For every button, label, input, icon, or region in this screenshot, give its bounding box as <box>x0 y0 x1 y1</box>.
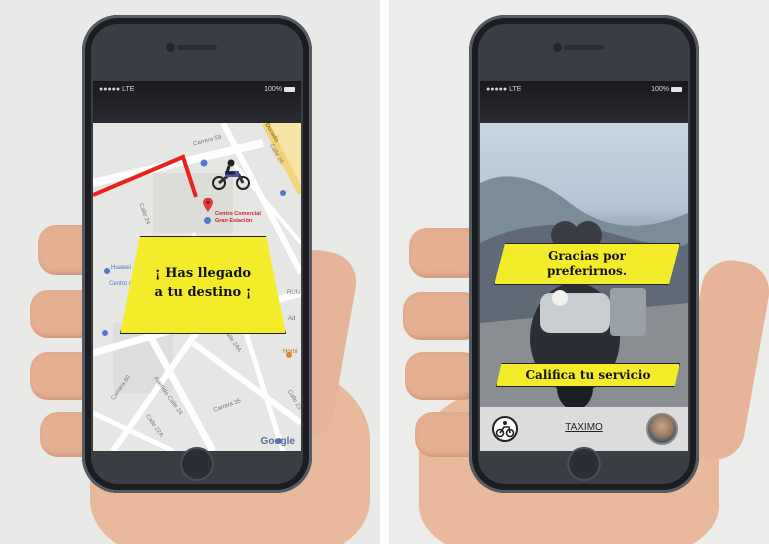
battery-icon <box>671 86 682 92</box>
thank-you-banner: Gracias por preferirnos. <box>494 243 680 285</box>
battery-icon <box>284 86 295 92</box>
home-button[interactable] <box>180 447 214 481</box>
google-logo: Google <box>260 436 295 447</box>
speaker <box>177 45 217 50</box>
arrival-text: ¡ Has llegado a tu destino ¡ <box>154 266 252 300</box>
avatar[interactable] <box>646 413 678 445</box>
street-label: Ad <box>288 316 296 322</box>
signal-indicator: ●●●●● LTE <box>486 86 522 93</box>
battery-indicator: 100% <box>264 86 295 93</box>
thank-you-text: Gracias por preferirnos. <box>546 249 627 278</box>
motorcycle-icon <box>212 159 250 190</box>
street-label: Huawei <box>111 265 132 271</box>
arrival-banner: ¡ Has llegado a tu destino ¡ <box>120 236 286 334</box>
phone-right: ●●●●● LTE 100% Gracias por preferirnos. <box>469 15 699 493</box>
home-button[interactable] <box>567 447 601 481</box>
map-view[interactable]: Centro Comercial Gran Estación Carrera 5… <box>93 123 301 451</box>
phone-left: ●●●●● LTE 100% Centro Comercial Gran Est… <box>82 15 312 493</box>
destination-pin-icon <box>203 198 213 212</box>
left-panel: ●●●●● LTE 100% Centro Comercial Gran Est… <box>0 0 380 544</box>
thank-you-screen: Gracias por preferirnos. Califica tu ser… <box>480 123 688 451</box>
mall-icon <box>204 217 211 224</box>
street-label: RUN <box>287 290 300 296</box>
poi-label: Centro Comercial Gran Estación <box>215 211 261 224</box>
status-bar: ●●●●● LTE 100% <box>480 81 688 123</box>
front-camera <box>166 43 175 52</box>
signal-indicator: ●●●●● LTE <box>99 86 135 93</box>
front-camera <box>553 43 562 52</box>
speaker <box>564 45 604 50</box>
street-label: Horni <box>283 349 298 355</box>
rate-service-button[interactable]: Califica tu servicio <box>496 363 680 387</box>
rate-service-label: Califica tu servicio <box>525 368 651 382</box>
right-panel: ●●●●● LTE 100% Gracias por preferirnos. <box>389 0 769 544</box>
status-bar: ●●●●● LTE 100% <box>93 81 301 123</box>
bottom-tab-bar: TAXIMO <box>480 407 688 451</box>
battery-indicator: 100% <box>651 86 682 93</box>
